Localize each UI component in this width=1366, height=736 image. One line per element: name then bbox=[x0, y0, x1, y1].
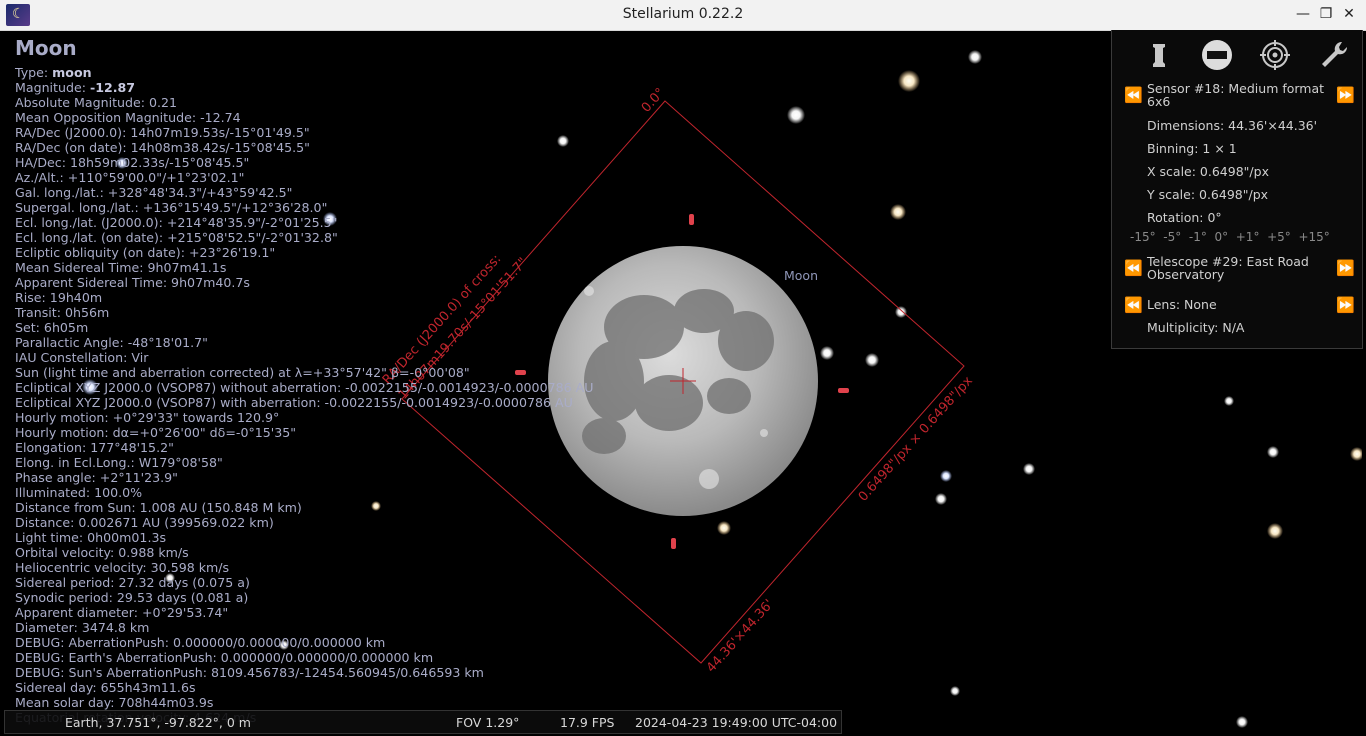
next-sensor-icon[interactable]: ⏩ bbox=[1336, 86, 1355, 104]
next-lens-icon[interactable]: ⏩ bbox=[1336, 296, 1355, 314]
previous-lens-icon[interactable]: ⏪ bbox=[1124, 296, 1143, 314]
sensor-icon[interactable] bbox=[1200, 38, 1234, 72]
object-info-line: Transit: 0h56m bbox=[15, 305, 110, 320]
object-type-line: Type: moon bbox=[15, 65, 92, 80]
object-info-line: RA/Dec (on date): 14h08m38.42s/-15°08'45… bbox=[15, 140, 310, 155]
status-bar: Earth, 37.751°, -97.822°, 0 m FOV 1.29° … bbox=[4, 710, 842, 734]
object-info-line: Sidereal period: 27.32 days (0.075 a) bbox=[15, 575, 250, 590]
object-info-line: Heliocentric velocity: 30.598 km/s bbox=[15, 560, 230, 575]
fov-readout: FOV 1.29° bbox=[456, 715, 520, 730]
window-title: Stellarium 0.22.2 bbox=[622, 6, 744, 22]
sensor-dimensions: Dimensions: 44.36'×44.36' bbox=[1147, 118, 1318, 133]
sensor-x-scale: X scale: 0.6498"/px bbox=[1147, 164, 1269, 179]
object-info-line: Mean Opposition Magnitude: -12.74 bbox=[15, 110, 241, 125]
object-title: Moon bbox=[15, 36, 77, 60]
object-info-line: Elong. in Ecl.Long.: W179°08'58" bbox=[15, 455, 223, 470]
object-info-line: Ecliptical XYZ J2000.0 (VSOP87) without … bbox=[15, 380, 594, 395]
object-info-line: Hourly motion: +0°29'33" towards 120.9° bbox=[15, 410, 280, 425]
object-info-line: Light time: 0h00m01.3s bbox=[15, 530, 167, 545]
rotate-minus-1-button[interactable]: -1° bbox=[1189, 230, 1207, 244]
oculars-icon-bar bbox=[1112, 38, 1362, 72]
rotate-plus-15-button[interactable]: +15° bbox=[1298, 230, 1329, 244]
settings-icon[interactable] bbox=[1316, 38, 1350, 72]
object-magnitude-value: -12.87 bbox=[89, 80, 136, 95]
object-info-line: Az./Alt.: +110°59'00.0"/+1°23'02.1" bbox=[15, 170, 245, 185]
location-readout: Earth, 37.751°, -97.822°, 0 m bbox=[65, 715, 251, 730]
object-info-line: Orbital velocity: 0.988 km/s bbox=[15, 545, 189, 560]
object-info-line: Phase angle: +2°11'23.9" bbox=[15, 470, 178, 485]
rotate-plus-1-button[interactable]: +1° bbox=[1236, 230, 1260, 244]
next-telescope-icon[interactable]: ⏩ bbox=[1336, 259, 1355, 277]
object-info-line: DEBUG: AberrationPush: 0.000000/0.000000… bbox=[15, 635, 386, 650]
object-info-line: Mean Sidereal Time: 9h07m41.1s bbox=[15, 260, 227, 275]
object-info-line: DEBUG: Earth's AberrationPush: 0.000000/… bbox=[15, 650, 434, 665]
sensor-scale-label: 0.6498"/px × 0.6498"/px bbox=[856, 373, 976, 504]
object-info-line: Distance from Sun: 1.008 AU (150.848 M k… bbox=[15, 500, 302, 515]
window-titlebar: ☾ Stellarium 0.22.2 — ❐ ✕ bbox=[0, 0, 1366, 31]
object-info-panel: Moon Type: moon Magnitude: -12.87 Absolu… bbox=[15, 36, 593, 725]
oculars-panel: ⏪ Sensor #18: Medium format 6x6 ⏩ Dimens… bbox=[1111, 30, 1363, 349]
object-type-value: moon bbox=[52, 65, 92, 80]
object-info-line: Set: 6h05m bbox=[15, 320, 89, 335]
sensor-rotation: Rotation: 0° bbox=[1147, 210, 1222, 225]
object-info-line: Hourly motion: dα=+0°26'00" dδ=-0°15'35" bbox=[15, 425, 297, 440]
minimize-button[interactable]: — bbox=[1294, 5, 1312, 23]
rotate-plus-5-button[interactable]: +5° bbox=[1267, 230, 1291, 244]
close-button[interactable]: ✕ bbox=[1340, 5, 1358, 23]
object-info-line: Absolute Magnitude: 0.21 bbox=[15, 95, 178, 110]
object-info-line: Rise: 19h40m bbox=[15, 290, 103, 305]
object-info-line: Apparent diameter: +0°29'53.74" bbox=[15, 605, 229, 620]
rotate-minus-15-button[interactable]: -15° bbox=[1130, 230, 1156, 244]
object-info-line: Gal. long./lat.: +328°48'34.3"/+43°59'42… bbox=[15, 185, 293, 200]
object-info-line: Ecliptic obliquity (on date): +23°26'19.… bbox=[15, 245, 276, 260]
sensor-binning: Binning: 1 × 1 bbox=[1147, 141, 1237, 156]
object-info-line: Sidereal day: 655h43m11.6s bbox=[15, 680, 196, 695]
telescope-icon[interactable] bbox=[1258, 38, 1292, 72]
maximize-button[interactable]: ❐ bbox=[1317, 5, 1335, 23]
object-info-line: Elongation: 177°48'15.2" bbox=[15, 440, 174, 455]
object-info-line: RA/Dec (J2000.0): 14h07m19.53s/-15°01'49… bbox=[15, 125, 310, 140]
fps-readout: 17.9 FPS bbox=[560, 715, 615, 730]
object-info-line: HA/Dec: 18h59m02.33s/-15°08'45.5" bbox=[15, 155, 250, 170]
object-info-line: Ecl. long./lat. (on date): +215°08'52.5"… bbox=[15, 230, 338, 245]
object-info-line: Sun (light time and aberration corrected… bbox=[15, 365, 470, 380]
object-info-line: IAU Constellation: Vir bbox=[15, 350, 149, 365]
object-info-line: Mean solar day: 708h44m03.9s bbox=[15, 695, 214, 710]
object-info-lines: Absolute Magnitude: 0.21 Mean Opposition … bbox=[15, 95, 593, 725]
moon-label: Moon bbox=[784, 268, 819, 283]
object-info-line: Distance: 0.002671 AU (399569.022 km) bbox=[15, 515, 274, 530]
sensor-dimensions-label: 44.36'×44.36' bbox=[704, 597, 777, 676]
multiplicity: Multiplicity: N/A bbox=[1147, 320, 1245, 335]
object-info-line: Parallactic Angle: -48°18'01.7" bbox=[15, 335, 208, 350]
sensor-name: Sensor #18: Medium format 6x6 bbox=[1147, 81, 1325, 109]
object-info-line: Synodic period: 29.53 days (0.081 a) bbox=[15, 590, 249, 605]
rotate-minus-5-button[interactable]: -5° bbox=[1163, 230, 1181, 244]
object-info-line: Illuminated: 100.0% bbox=[15, 485, 143, 500]
previous-sensor-icon[interactable]: ⏪ bbox=[1124, 86, 1143, 104]
object-info-line: Ecl. long./lat. (J2000.0): +214°48'35.9"… bbox=[15, 215, 338, 230]
previous-telescope-icon[interactable]: ⏪ bbox=[1124, 259, 1143, 277]
telescope-name: Telescope #29: East Road Observatory bbox=[1147, 254, 1309, 282]
object-info-line: DEBUG: Sun's AberrationPush: 8109.456783… bbox=[15, 665, 484, 680]
sensor-angle-label: 0.0° bbox=[639, 85, 668, 115]
ocular-icon[interactable] bbox=[1142, 38, 1176, 72]
sensor-y-scale: Y scale: 0.6498"/px bbox=[1147, 187, 1269, 202]
object-magnitude-line: Magnitude: -12.87 bbox=[15, 80, 136, 95]
rotation-step-buttons: -15° -5° -1° 0° +1° +5° +15° bbox=[1130, 230, 1360, 244]
object-info-line: Ecliptical XYZ J2000.0 (VSOP87) with abe… bbox=[15, 395, 573, 410]
object-info-line: Diameter: 3474.8 km bbox=[15, 620, 150, 635]
object-info-line: Supergal. long./lat.: +136°15'49.5"/+12°… bbox=[15, 200, 328, 215]
object-info-line: Apparent Sidereal Time: 9h07m40.7s bbox=[15, 275, 250, 290]
lens-name: Lens: None bbox=[1147, 297, 1217, 312]
datetime-readout[interactable]: 2024-04-23 19:49:00 UTC-04:00 bbox=[635, 715, 837, 730]
rotate-reset-button[interactable]: 0° bbox=[1214, 230, 1228, 244]
